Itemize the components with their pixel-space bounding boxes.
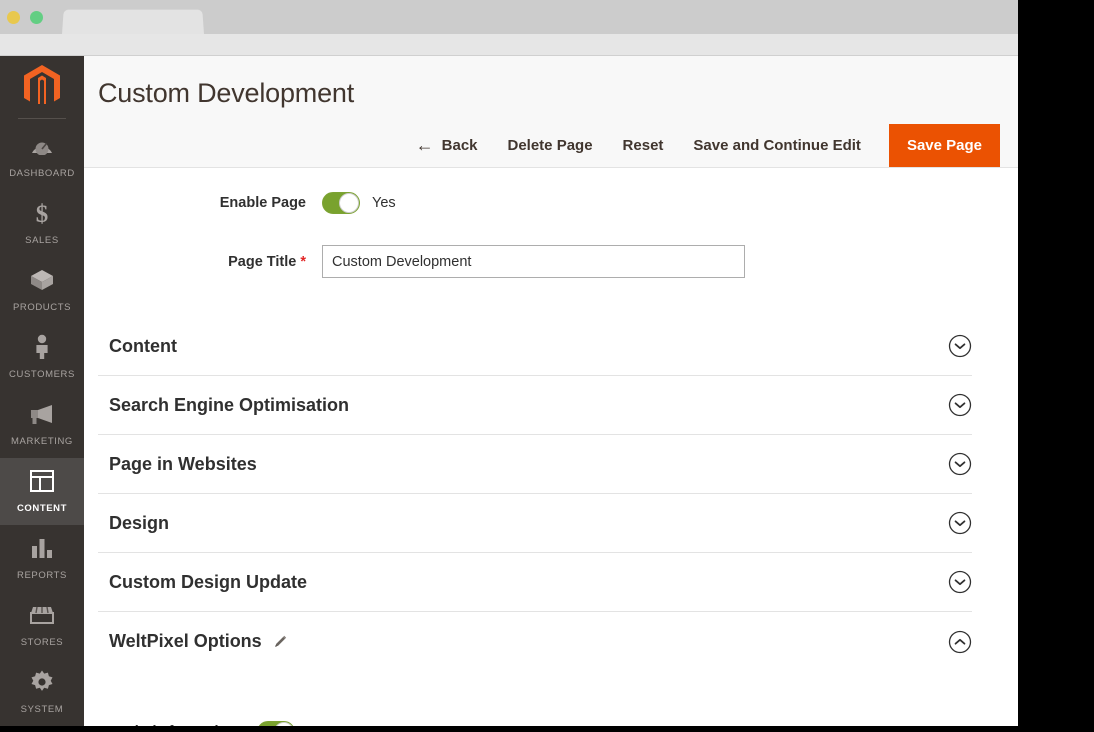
sidebar-item-sales[interactable]: $ SALES [0, 190, 84, 257]
dollar-icon: $ [2, 199, 82, 227]
edit-pencil-icon[interactable] [273, 634, 288, 649]
section-title-wrap: Custom Design Update [109, 572, 307, 593]
save-page-button[interactable]: Save Page [889, 124, 1000, 167]
sidebar-item-label: CUSTOMERS [9, 369, 75, 380]
megaphone-icon [2, 400, 82, 428]
page-title-label: Page Title* [98, 254, 322, 270]
chevron-up-icon[interactable] [948, 630, 972, 654]
section-title-wrap: Page in Websites [109, 454, 257, 475]
exclude-from-sitemap-toggle-state: Yes [307, 724, 331, 726]
arrow-left-icon: ← [416, 136, 434, 154]
traffic-lights [6, 11, 43, 24]
box-icon [2, 266, 82, 294]
dashboard-icon [2, 132, 82, 160]
sidebar-item-label: MARKETING [11, 436, 73, 447]
chevron-down-icon[interactable] [948, 570, 972, 594]
exclude-from-sitemap-field-row: Exclude from Sitemap Yes [109, 721, 972, 726]
sidebar-item-label: CONTENT [17, 503, 67, 514]
enable-page-label: Enable Page [98, 195, 322, 211]
sidebar-item-label: DASHBOARD [9, 168, 75, 179]
exclude-from-sitemap-label: Exclude from Sitemap [109, 724, 257, 726]
magento-logo-icon [22, 65, 62, 110]
section-title: Custom Design Update [109, 572, 307, 593]
sidebar-item-customers[interactable]: CUSTOMERS [0, 324, 84, 391]
section-title: Design [109, 513, 169, 534]
page-form: Enable Page Yes Page Title* [84, 168, 1018, 726]
main-content-column: Custom Development ← Back Delete Page Re… [84, 56, 1018, 726]
page-actions-toolbar: ← Back Delete Page Reset Save and Contin… [98, 123, 1000, 167]
svg-text:$: $ [36, 201, 49, 226]
section-weltpixel-options[interactable]: WeltPixel Options [98, 612, 972, 671]
magento-logo[interactable] [0, 56, 84, 118]
save-and-continue-edit-button[interactable]: Save and Continue Edit [691, 131, 863, 160]
section-content[interactable]: Content [98, 317, 972, 376]
gear-icon [2, 668, 82, 696]
chevron-down-icon[interactable] [948, 334, 972, 358]
layout-icon [2, 467, 82, 495]
section-custom-design-update[interactable]: Custom Design Update [98, 553, 972, 612]
back-button[interactable]: ← Back [414, 130, 480, 160]
section-search-engine-optimisation[interactable]: Search Engine Optimisation [98, 376, 972, 435]
page-header: Custom Development ← Back Delete Page Re… [84, 56, 1018, 168]
sidebar-item-reports[interactable]: REPORTS [0, 525, 84, 592]
page-title-field-row: Page Title* [98, 214, 1000, 278]
section-title: Page in Websites [109, 454, 257, 475]
section-title-wrap: Design [109, 513, 169, 534]
sidebar-item-products[interactable]: PRODUCTS [0, 257, 84, 324]
toggle-knob [339, 193, 359, 213]
sidebar-item-label: REPORTS [17, 570, 67, 581]
sidebar-item-label: SALES [25, 235, 59, 246]
exclude-from-sitemap-toggle-wrap: Yes [257, 721, 331, 726]
admin-shell: DASHBOARD $ SALES PRODUCTS CUSTOMERS [0, 56, 1018, 726]
chevron-down-icon[interactable] [948, 511, 972, 535]
enable-page-toggle-wrap: Yes [322, 192, 396, 214]
admin-sidebar: DASHBOARD $ SALES PRODUCTS CUSTOMERS [0, 56, 84, 726]
page-title-input[interactable] [322, 245, 745, 278]
chevron-down-icon[interactable] [948, 452, 972, 476]
chevron-down-icon[interactable] [948, 393, 972, 417]
sidebar-item-marketing[interactable]: MARKETING [0, 391, 84, 458]
enable-page-toggle[interactable] [322, 192, 360, 214]
storefront-icon [2, 601, 82, 629]
browser-tab[interactable] [62, 10, 204, 34]
minimize-window-button[interactable] [7, 11, 20, 24]
exclude-from-sitemap-toggle[interactable] [257, 721, 295, 726]
person-icon [2, 333, 82, 361]
browser-toolbar[interactable] [0, 34, 1018, 56]
sidebar-item-label: PRODUCTS [13, 302, 71, 313]
toggle-knob [274, 722, 294, 726]
section-page-in-websites[interactable]: Page in Websites [98, 435, 972, 494]
section-title-wrap: Search Engine Optimisation [109, 395, 349, 416]
sidebar-item-label: STORES [21, 637, 64, 648]
section-title-wrap: WeltPixel Options [109, 631, 288, 652]
delete-page-button[interactable]: Delete Page [506, 131, 595, 160]
section-title: WeltPixel Options [109, 631, 262, 652]
sidebar-item-content[interactable]: CONTENT [0, 458, 84, 525]
required-marker: * [300, 254, 306, 270]
enable-page-toggle-state: Yes [372, 195, 396, 211]
sidebar-item-stores[interactable]: STORES [0, 592, 84, 659]
bar-chart-icon [2, 534, 82, 562]
page-title: Custom Development [98, 78, 1000, 109]
browser-window: DASHBOARD $ SALES PRODUCTS CUSTOMERS [0, 0, 1018, 726]
collapsible-sections: Content Search Engine Optimisation [98, 317, 1000, 726]
maximize-window-button[interactable] [30, 11, 43, 24]
weltpixel-options-panel: Exclude from Sitemap Yes [98, 671, 972, 726]
sidebar-item-dashboard[interactable]: DASHBOARD [0, 123, 84, 190]
sidebar-item-system[interactable]: SYSTEM [0, 659, 84, 726]
section-design[interactable]: Design [98, 494, 972, 553]
section-title: Search Engine Optimisation [109, 395, 349, 416]
section-title-wrap: Content [109, 336, 177, 357]
reset-button[interactable]: Reset [621, 131, 666, 160]
browser-titlebar [0, 0, 1018, 34]
section-title: Content [109, 336, 177, 357]
sidebar-divider [18, 118, 66, 119]
enable-page-field-row: Enable Page Yes [98, 168, 1000, 214]
back-button-label: Back [442, 137, 478, 154]
sidebar-item-label: SYSTEM [21, 704, 64, 715]
